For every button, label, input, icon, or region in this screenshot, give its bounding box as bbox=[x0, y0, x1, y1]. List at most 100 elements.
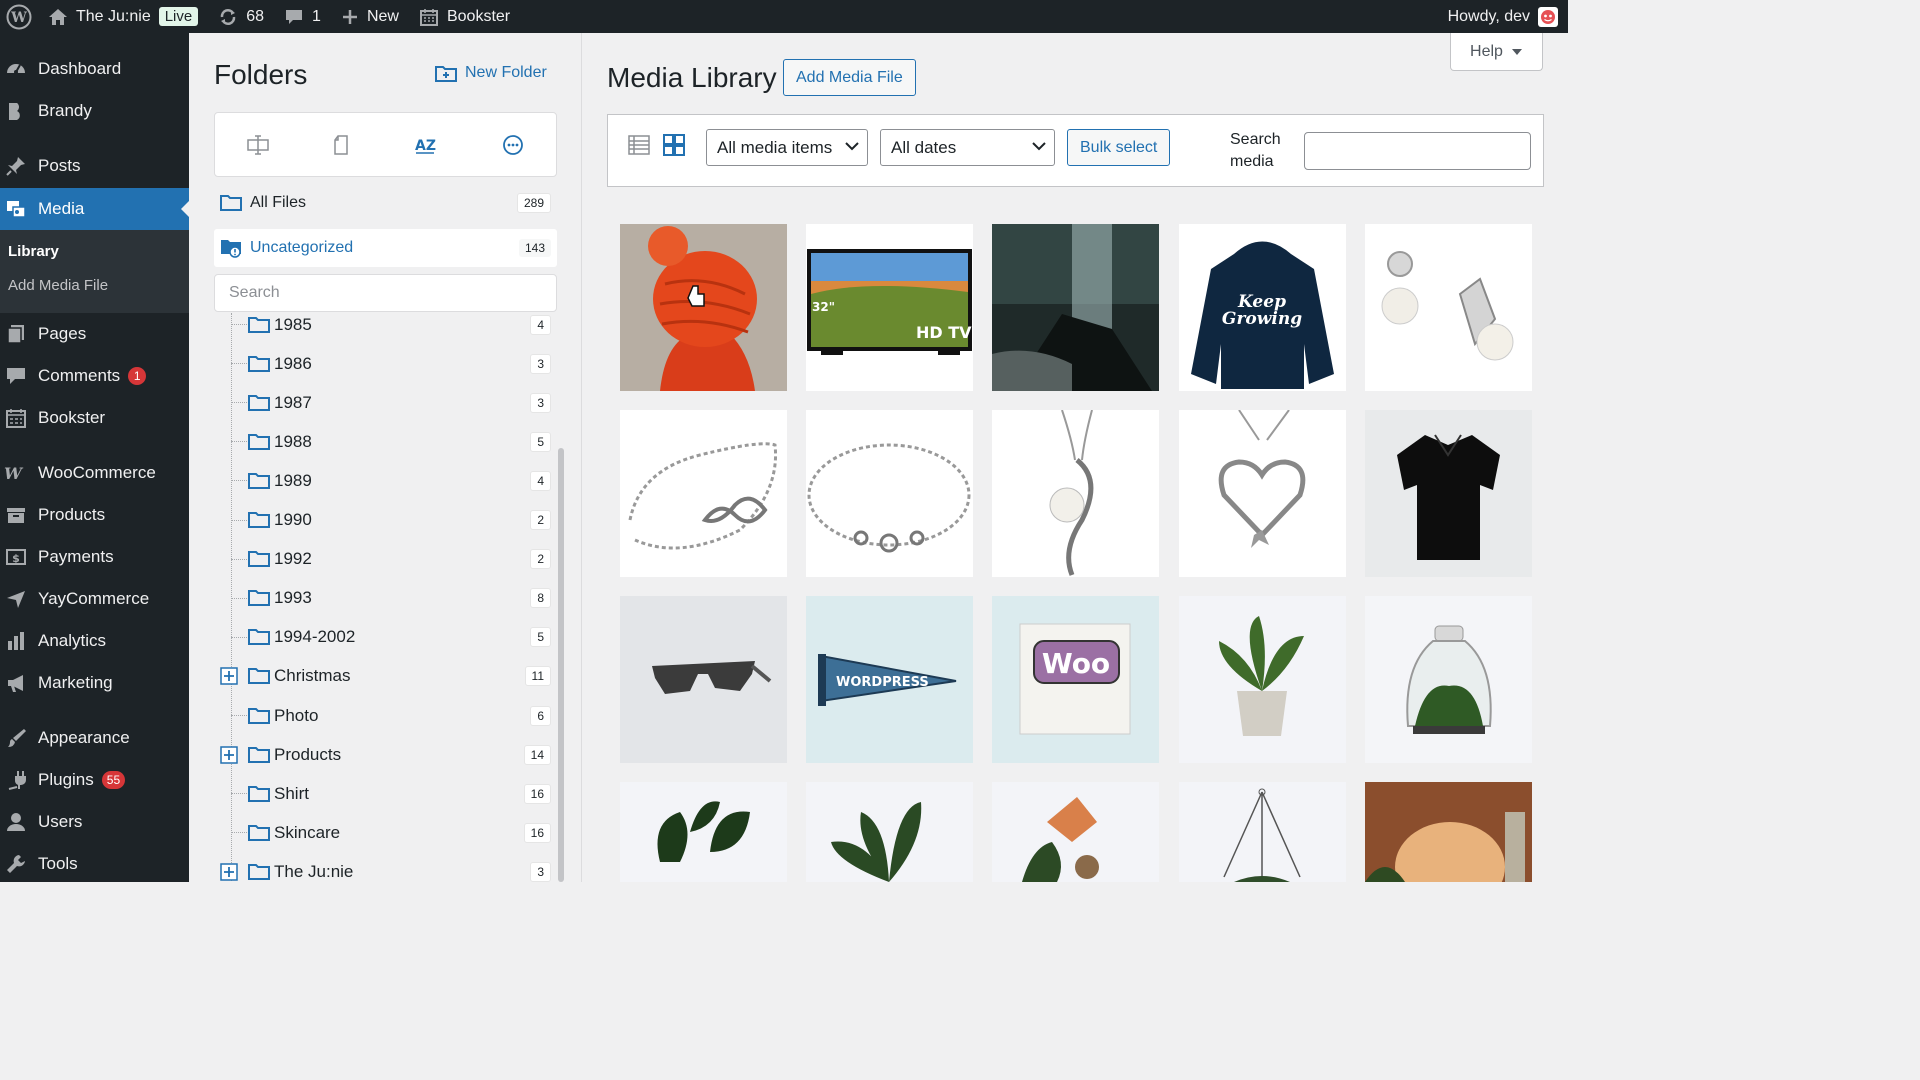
folder-tree-item[interactable]: Photo 6 bbox=[214, 696, 557, 735]
folder-all-files[interactable]: All Files 289 bbox=[214, 184, 557, 222]
folder-count: 6 bbox=[530, 705, 551, 726]
media-item-heart-pendant[interactable] bbox=[1179, 410, 1346, 577]
folder-icon bbox=[248, 785, 270, 803]
folder-tree-item[interactable]: 1990 2 bbox=[214, 501, 557, 540]
folder-count: 3 bbox=[530, 392, 551, 413]
expand-icon[interactable] bbox=[220, 667, 238, 686]
media-item-pots[interactable] bbox=[992, 782, 1159, 882]
folder-icon bbox=[248, 863, 270, 881]
media-item-terrarium[interactable] bbox=[1365, 596, 1532, 763]
folder-tree-item[interactable]: Products 14 bbox=[214, 735, 557, 774]
site-name: The Ju:nie bbox=[76, 7, 151, 25]
media-item-hanging-plant[interactable] bbox=[1179, 782, 1346, 882]
media-item-infinity-bracelet[interactable] bbox=[620, 410, 787, 577]
menu-woocommerce[interactable]: W WooCommerce bbox=[0, 452, 189, 494]
media-item-wordpress-pennant[interactable]: WORDPRESS bbox=[806, 596, 973, 763]
folder-icon bbox=[248, 628, 270, 646]
menu-label: Pages bbox=[38, 324, 87, 343]
add-media-file-button[interactable]: Add Media File bbox=[783, 59, 916, 96]
menu-media[interactable]: Media bbox=[0, 188, 189, 230]
folder-tree-item[interactable]: The Ju:nie 3 bbox=[214, 852, 557, 882]
expand-icon[interactable] bbox=[220, 745, 238, 764]
folder-tree-item[interactable]: Skincare 16 bbox=[214, 813, 557, 852]
comments-link[interactable]: 1 bbox=[274, 0, 331, 33]
menu-tools[interactable]: Tools bbox=[0, 843, 189, 885]
media-item-pearl-pendant[interactable] bbox=[992, 410, 1159, 577]
menu-yaycommerce[interactable]: YayCommerce bbox=[0, 578, 189, 620]
submenu-library[interactable]: Library bbox=[8, 243, 59, 260]
cut-icon[interactable] bbox=[333, 134, 349, 155]
bulk-select-button[interactable]: Bulk select bbox=[1067, 129, 1171, 166]
folder-tree-item[interactable]: 1993 8 bbox=[214, 579, 557, 618]
folder-tree-item[interactable]: 1992 2 bbox=[214, 540, 557, 579]
menu-label: Comments bbox=[38, 366, 121, 385]
menu-analytics[interactable]: Analytics bbox=[0, 620, 189, 662]
new-content-link[interactable]: New bbox=[331, 0, 409, 33]
media-item-pearl-earrings[interactable] bbox=[1365, 224, 1532, 391]
my-account-link[interactable]: Howdy, dev bbox=[1438, 0, 1568, 33]
sort-az-icon[interactable]: AZ bbox=[414, 134, 438, 156]
media-item-potted-plant[interactable] bbox=[1179, 596, 1346, 763]
folder-tree-item[interactable]: Christmas 11 bbox=[214, 657, 557, 696]
folder-tree-item[interactable]: 1989 4 bbox=[214, 461, 557, 500]
folder-toolbar: AZ bbox=[214, 112, 557, 177]
bracelet-image bbox=[806, 410, 973, 577]
date-filter[interactable]: All dates bbox=[880, 129, 1055, 166]
media-toolbar: All media items All dates Bulk select Se… bbox=[607, 114, 1544, 187]
rename-icon[interactable] bbox=[247, 134, 269, 155]
media-item-flower-bracelet[interactable] bbox=[806, 410, 973, 577]
list-view-icon[interactable] bbox=[628, 134, 650, 156]
media-item-red-beanie[interactable] bbox=[620, 224, 787, 391]
expand-icon[interactable] bbox=[220, 863, 238, 881]
media-item-hd-tv[interactable]: 32" HD TV bbox=[806, 224, 973, 391]
menu-marketing[interactable]: Marketing bbox=[0, 662, 189, 704]
refresh-icon bbox=[218, 7, 238, 27]
grid-view-icon[interactable] bbox=[663, 134, 685, 156]
wordpress-logo[interactable]: W bbox=[0, 0, 38, 33]
folder-name: 1990 bbox=[274, 510, 312, 529]
svg-text:$: $ bbox=[12, 552, 20, 565]
menu-appearance[interactable]: Appearance bbox=[0, 717, 189, 759]
menu-products[interactable]: Products bbox=[0, 494, 189, 536]
help-tab[interactable]: Help bbox=[1450, 33, 1543, 71]
folder-tree-item[interactable]: 1986 3 bbox=[214, 344, 557, 383]
folder-tree-item[interactable]: 1988 5 bbox=[214, 422, 557, 461]
media-item-woo-album[interactable]: Woo bbox=[992, 596, 1159, 763]
media-item-black-polo[interactable] bbox=[1365, 410, 1532, 577]
media-item-waterfall[interactable] bbox=[992, 224, 1159, 391]
menu-posts[interactable]: Posts bbox=[0, 145, 189, 187]
media-item-hoodie[interactable]: Keep Growing bbox=[1179, 224, 1346, 391]
media-item-calathea[interactable] bbox=[806, 782, 973, 882]
updates-link[interactable]: 68 bbox=[208, 0, 274, 33]
folder-tree-item[interactable]: Shirt 16 bbox=[214, 774, 557, 813]
site-name-link[interactable]: The Ju:nie Live bbox=[38, 0, 208, 33]
folder-count: 4 bbox=[530, 314, 551, 335]
search-media-input[interactable] bbox=[1304, 132, 1531, 170]
tree-connector bbox=[231, 558, 247, 560]
bookster-link[interactable]: Bookster bbox=[409, 0, 520, 33]
menu-plugins[interactable]: Plugins 55 bbox=[0, 759, 189, 801]
media-item-monstera[interactable] bbox=[620, 782, 787, 882]
menu-bookster[interactable]: Bookster bbox=[0, 397, 189, 439]
new-folder-button[interactable]: New Folder bbox=[435, 64, 547, 82]
folder-tree-item[interactable]: 1985 4 bbox=[214, 313, 557, 344]
folder-tree-scrollbar[interactable] bbox=[558, 448, 564, 882]
menu-dashboard[interactable]: Dashboard bbox=[0, 48, 189, 90]
media-type-filter[interactable]: All media items bbox=[706, 129, 868, 166]
menu-users[interactable]: Users bbox=[0, 801, 189, 843]
folder-tree-item[interactable]: 1994-2002 5 bbox=[214, 618, 557, 657]
folder-tree-item[interactable]: 1987 3 bbox=[214, 383, 557, 422]
menu-comments[interactable]: Comments 1 bbox=[0, 355, 189, 397]
submenu-add-media-file[interactable]: Add Media File bbox=[8, 277, 108, 294]
folder-name: Shirt bbox=[274, 783, 309, 803]
folder-uncategorized[interactable]: Uncategorized 143 bbox=[214, 229, 557, 267]
tree-connector bbox=[231, 324, 247, 325]
folder-search-input[interactable]: Search bbox=[214, 274, 557, 312]
menu-pages[interactable]: Pages bbox=[0, 313, 189, 355]
media-item-sunglasses[interactable] bbox=[620, 596, 787, 763]
menu-brandy[interactable]: Brandy bbox=[0, 90, 189, 132]
media-item-wooden-bowl[interactable] bbox=[1365, 782, 1532, 882]
more-options-icon[interactable] bbox=[502, 134, 524, 156]
menu-payments[interactable]: $ Payments bbox=[0, 536, 189, 578]
menu-label: Dashboard bbox=[38, 59, 122, 78]
